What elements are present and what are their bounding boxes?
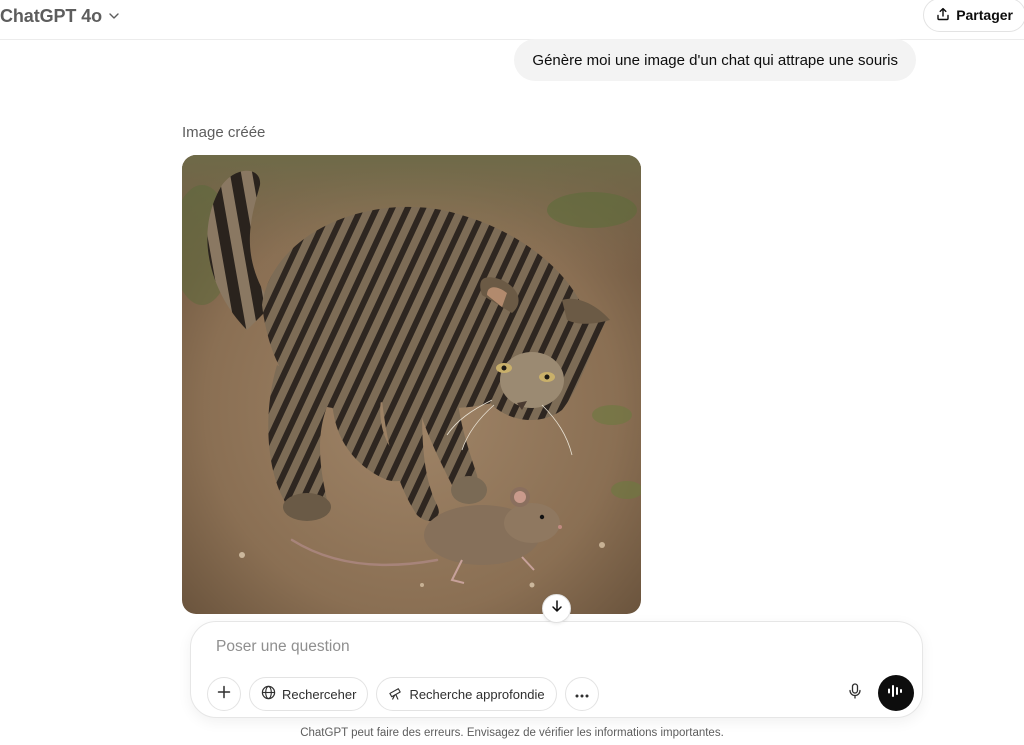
plus-icon — [217, 685, 231, 704]
generated-image[interactable] — [182, 155, 641, 614]
disclaimer: ChatGPT peut faire des erreurs. Envisage… — [300, 727, 724, 739]
chevron-down-icon — [108, 10, 120, 22]
search-button[interactable]: Recherceher — [249, 677, 369, 711]
more-tools-button[interactable] — [564, 677, 599, 711]
model-selector[interactable]: ChatGPT 4o — [0, 2, 120, 30]
image-created-label: Image créée — [182, 124, 266, 141]
user-message-bubble: Génère moi une image d'un chat qui attra… — [514, 39, 916, 81]
top-bar: ChatGPT 4o Partager — [0, 0, 1024, 40]
cat-catching-mouse-image — [182, 155, 641, 614]
model-title: ChatGPT 4o — [0, 5, 103, 26]
deep-research-label: Recherche approfondie — [409, 686, 545, 702]
share-icon — [936, 7, 950, 24]
globe-icon — [261, 685, 276, 703]
deep-research-button[interactable]: Recherche approfondie — [376, 677, 557, 711]
share-button[interactable]: Partager — [923, 0, 1024, 32]
composer-tools: Recherceher Recherche approfondie — [207, 676, 599, 712]
user-message-text: Génère moi une image d'un chat qui attra… — [532, 51, 898, 69]
attach-button[interactable] — [207, 677, 241, 711]
waveform-icon — [887, 683, 905, 704]
share-label: Partager — [956, 7, 1013, 23]
prompt-input[interactable] — [216, 638, 816, 656]
arrow-down-icon — [550, 599, 564, 618]
telescope-icon — [388, 685, 403, 703]
dictate-button[interactable] — [838, 676, 872, 710]
ellipsis-icon — [575, 685, 589, 703]
voice-mode-button[interactable] — [878, 675, 914, 711]
scroll-to-bottom-button[interactable] — [542, 594, 571, 623]
search-button-label: Recherceher — [282, 686, 357, 702]
composer: Recherceher Recherche approfondie — [190, 621, 923, 718]
microphone-icon — [848, 682, 862, 704]
